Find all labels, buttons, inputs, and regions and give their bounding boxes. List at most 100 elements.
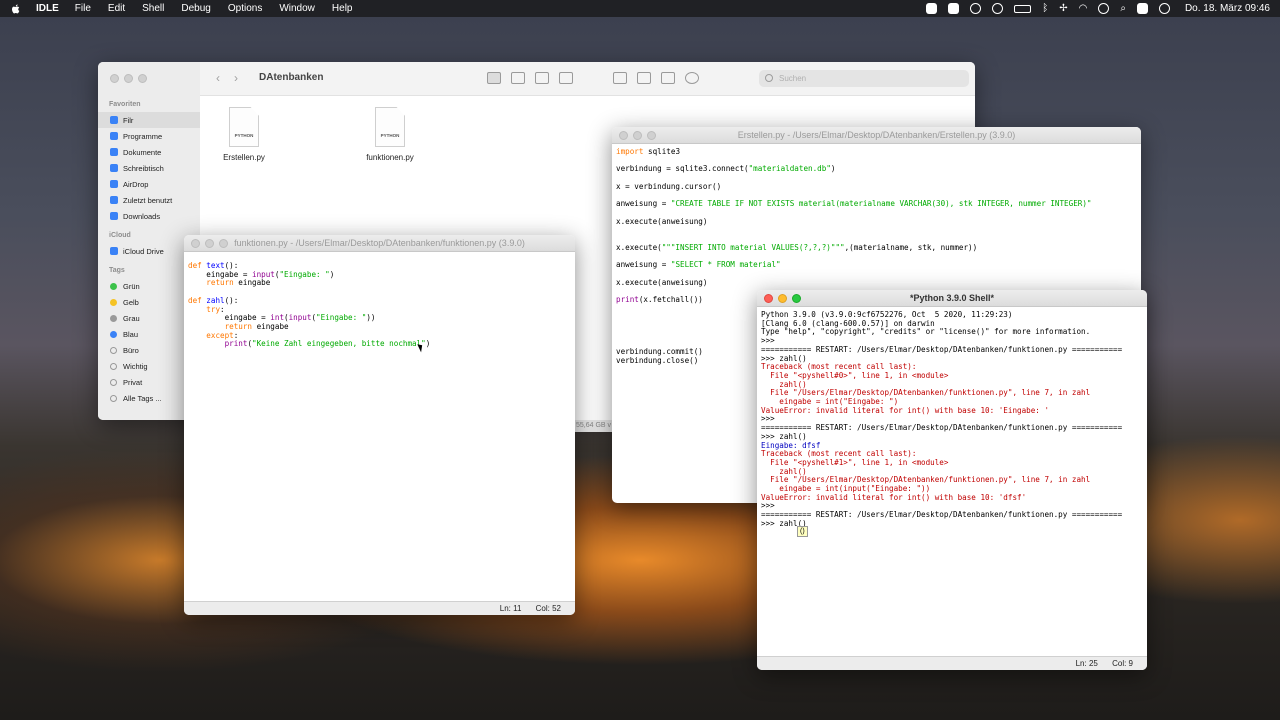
titlebar: Erstellen.py - /Users/Elmar/Desktop/DAte… xyxy=(612,127,1141,144)
minimize-button[interactable] xyxy=(124,74,133,83)
code-line: anweisung = "CREATE TABLE IF NOT EXISTS … xyxy=(616,199,1092,209)
spotlight-icon[interactable]: ⌕ xyxy=(1120,3,1126,14)
icon-view-icon[interactable] xyxy=(487,72,501,84)
zoom-button[interactable] xyxy=(138,74,147,83)
tag-icon[interactable] xyxy=(661,72,675,84)
airdrop-icon xyxy=(110,180,118,188)
tag-dot-icon xyxy=(110,346,117,354)
file-erstellen[interactable]: PYTHON Erstellen.py xyxy=(199,107,289,162)
zoom-button[interactable] xyxy=(792,294,801,303)
code-line: return eingabe xyxy=(224,321,289,331)
shell-console[interactable]: Python 3.9.0 (v3.9.0:9cf6752276, Oct 5 2… xyxy=(757,307,1147,533)
window-title: Erstellen.py - /Users/Elmar/Desktop/DAte… xyxy=(737,130,1016,140)
wifi-icon[interactable]: ◠ xyxy=(1079,3,1088,14)
more-actions-icon[interactable] xyxy=(685,72,699,84)
sidebar-item-downloads[interactable]: Downloads xyxy=(98,208,200,224)
zoom-button[interactable] xyxy=(219,239,228,248)
console-line: File "<pyshell#0>", line 1, in <module> xyxy=(761,370,949,380)
console-line: =========== RESTART: /Users/Elmar/Deskto… xyxy=(761,344,1123,354)
code-line: return eingabe xyxy=(206,278,271,288)
console-line: =========== RESTART: /Users/Elmar/Deskto… xyxy=(761,423,1123,433)
sidebar-item-schreibtisch[interactable]: Schreibtisch xyxy=(98,160,200,176)
code-line: x.execute(anweisung) xyxy=(616,277,708,287)
sidebar-item-dokumente[interactable]: Dokumente xyxy=(98,144,200,160)
console-line: File "<pyshell#1>", line 1, in <module> xyxy=(761,457,949,467)
finder-status-partial: 55,64 GB v xyxy=(575,420,613,432)
titlebar: funktionen.py - /Users/Elmar/Desktop/DAt… xyxy=(184,235,575,252)
tag-dot-icon xyxy=(110,330,117,338)
code-editor[interactable]: def text(): eingabe = input("Eingabe: ")… xyxy=(184,252,575,353)
forward-chevron-icon[interactable]: › xyxy=(234,71,238,85)
menu-window[interactable]: Window xyxy=(279,3,315,14)
control-center-icon[interactable] xyxy=(1136,3,1148,14)
finder-traffic-lights xyxy=(110,74,147,83)
apple-menu-icon[interactable] xyxy=(10,3,22,15)
user-icon[interactable] xyxy=(1098,3,1110,14)
menu-help[interactable]: Help xyxy=(332,3,353,14)
camera-icon[interactable] xyxy=(948,3,960,14)
app-menu-idle[interactable]: IDLE xyxy=(36,3,59,14)
gallery-view-icon[interactable] xyxy=(559,72,573,84)
minimize-button[interactable] xyxy=(633,131,642,140)
close-button[interactable] xyxy=(110,74,119,83)
status-line: Ln: 11 xyxy=(499,604,522,613)
status-line: Ln: 25 xyxy=(1075,659,1098,668)
status-column: Col: 9 xyxy=(1112,659,1133,668)
list-view-icon[interactable] xyxy=(511,72,525,84)
close-button[interactable] xyxy=(764,294,773,303)
record-icon[interactable] xyxy=(926,3,938,14)
code-line: x = verbindung.cursor() xyxy=(616,181,722,191)
menu-debug[interactable]: Debug xyxy=(181,3,210,14)
clock-icon xyxy=(110,196,118,204)
view-controls xyxy=(487,72,699,84)
close-button[interactable] xyxy=(619,131,628,140)
group-icon[interactable] xyxy=(613,72,627,84)
tag-dot-icon xyxy=(110,314,117,322)
search-placeholder: Suchen xyxy=(779,74,807,83)
back-chevron-icon[interactable]: ‹ xyxy=(216,71,220,85)
console-line: =========== RESTART: /Users/Elmar/Deskto… xyxy=(761,510,1123,520)
code-line: verbindung = sqlite3.connect("materialda… xyxy=(616,164,836,174)
minimize-button[interactable] xyxy=(205,239,214,248)
sync-icon[interactable] xyxy=(992,3,1004,14)
menu-shell[interactable]: Shell xyxy=(142,3,164,14)
focus-icon[interactable]: ✢ xyxy=(1059,3,1067,14)
sidebar-item-filr[interactable]: Filr xyxy=(98,112,200,128)
share-icon[interactable] xyxy=(637,72,651,84)
titlebar: *Python 3.9.0 Shell* xyxy=(757,290,1147,307)
bluetooth-icon[interactable]: ᛒ xyxy=(1042,3,1048,14)
calltip: () xyxy=(797,526,808,537)
menu-edit[interactable]: Edit xyxy=(108,3,125,14)
zoom-button[interactable] xyxy=(647,131,656,140)
editor-window-funktionen: funktionen.py - /Users/Elmar/Desktop/DAt… xyxy=(184,235,575,615)
code-line: anweisung = "SELECT * FROM material" xyxy=(616,260,781,270)
column-view-icon[interactable] xyxy=(535,72,549,84)
sidebar-item-zuletzt[interactable]: Zuletzt benutzt xyxy=(98,192,200,208)
console-line: ValueError: invalid literal for int() wi… xyxy=(761,492,1027,502)
siri-icon[interactable] xyxy=(1158,3,1170,14)
status-column: Col: 52 xyxy=(535,604,561,613)
console-line: Type "help", "copyright", "credits" or "… xyxy=(761,327,1091,337)
menubar-clock[interactable]: Do. 18. März 09:46 xyxy=(1185,3,1270,14)
tag-dot-icon xyxy=(110,282,117,290)
finder-title: DAtenbanken xyxy=(259,72,324,83)
minimize-button[interactable] xyxy=(778,294,787,303)
desktop-icon xyxy=(110,164,118,172)
sidebar-item-programme[interactable]: Programme xyxy=(98,128,200,144)
code-line: x.execute(anweisung) xyxy=(616,216,708,226)
close-button[interactable] xyxy=(191,239,200,248)
file-funktionen[interactable]: PYTHON funktionen.py xyxy=(345,107,435,162)
console-line: ValueError: invalid literal for int() wi… xyxy=(761,405,1050,415)
sidebar-item-airdrop[interactable]: AirDrop xyxy=(98,176,200,192)
menu-bar: IDLE File Edit Shell Debug Options Windo… xyxy=(0,0,1280,17)
finder-search[interactable]: Suchen xyxy=(759,70,969,87)
battery-icon[interactable] xyxy=(1014,4,1032,13)
creative-cloud-icon[interactable] xyxy=(970,3,982,14)
menu-options[interactable]: Options xyxy=(228,3,262,14)
code-line: print("Keine Zahl eingegeben, bitte noch… xyxy=(224,339,431,349)
sidebar-header-favorites: Favoriten xyxy=(109,101,141,108)
status-bar: Ln: 11 Col: 52 xyxy=(184,601,575,615)
menu-file[interactable]: File xyxy=(75,3,91,14)
applications-icon xyxy=(110,132,118,140)
